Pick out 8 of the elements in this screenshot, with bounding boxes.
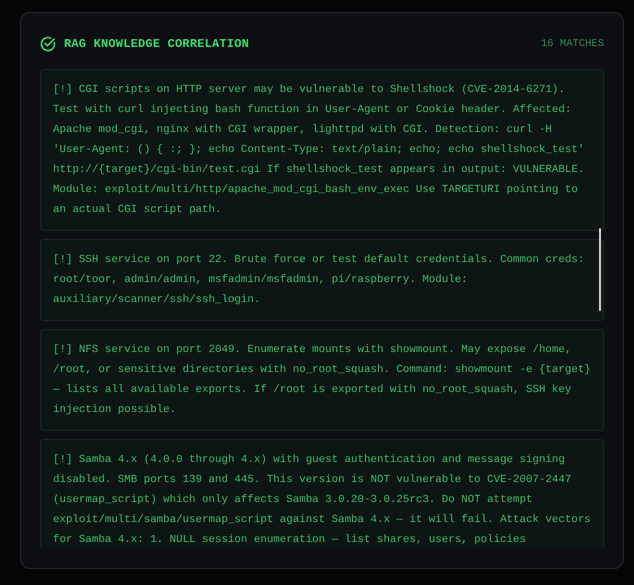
match-text: [!] Samba 4.x (4.0.0 through 4.x) with guest authentication and message signing disabled. SMB ports 139 and 445. This version is NOT vulnerable to CVE-2007-2447 (usermap_script) which only affects Samba 3.0.20-3.0.25rc3. Do NOT attempt exploit/multi/samba/usermap_script against Samba 4.x — it will fail. Attack vectors for Samba 4.x: 1. NULL session enumeration — list shares, users, policies	[53, 453, 591, 548]
match-text: [!] NFS service on port 2049. Enumerate mounts with showmount. May expose /home, /root, or sensitive directories with no_root_squash. Command: showmount -e {target} — lists all available exports. If /root is exported with no_root_squash, SSH key injection possible.	[53, 343, 591, 418]
match-text: [!] CGI scripts on HTTP server may be vulnerable to Shellshock (CVE-2014-6271). Test with curl injecting bash function in User-Agent or Cookie header. Affected: Apache mod_cgi, nginx with CGI wrapper, lighttpd with CGI. Detection: curl -H 'User-Agent: () { :; }; echo Content-Type: text/plain; echo; echo shellshock_test' http://{target}/cgi-bin/test.cgi If shellshock_test appears in output: VULNERABLE. Module: exploit/multi/http/apache_mod_cgi_bash_env_exec Use TARGETURI pointing to an actual CGI script path.	[53, 83, 586, 218]
check-circle-icon	[40, 36, 56, 52]
panel-title: RAG KNOWLEDGE CORRELATION	[64, 37, 250, 51]
match-text: [!] SSH service on port 22. Brute force or test default credentials. Common creds: root/toor, admin/admin, msfadmin/msfadmin, pi/raspberry. Module: auxiliary/scanner/ssh/ssh_login.	[53, 253, 586, 308]
match-count: 16 MATCHES	[540, 38, 604, 50]
scrollbar-thumb[interactable]	[599, 228, 601, 311]
